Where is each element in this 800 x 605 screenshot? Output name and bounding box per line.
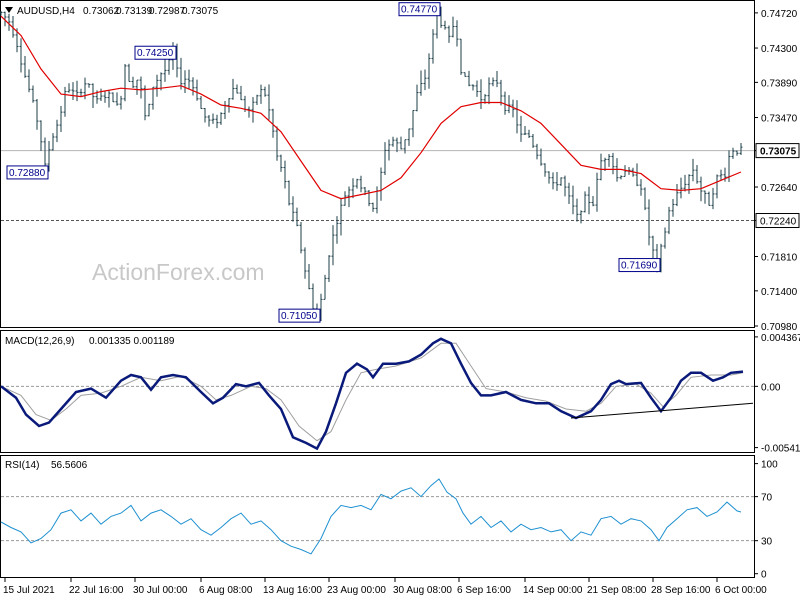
time-axis-label: 15 Jul 2021 [3, 585, 55, 596]
time-axis-label: 6 Sep 16:00 [457, 585, 511, 596]
price-annotation-label: 0.71690 [621, 261, 658, 272]
macd-axis-label: 0.00 [761, 382, 781, 393]
rsi-axis-label: 30 [761, 537, 773, 548]
time-axis-label: 28 Sep 16:00 [651, 585, 711, 596]
rsi-axis-label: 100 [761, 460, 778, 471]
chart-window: ActionForex.com AUDUSD,H4 0.73062 0.7313… [0, 0, 800, 600]
symbol-label: AUDUSD,H4 [17, 6, 75, 17]
price-axis-label: 0.71810 [761, 253, 798, 264]
price-axis-label: 0.72640 [761, 183, 798, 194]
time-axis-label: 14 Sep 00:00 [523, 585, 583, 596]
ohlc-low: 0.72987 [149, 6, 186, 17]
time-axis-label: 6 Aug 08:00 [199, 585, 253, 596]
time-axis-label: 23 Aug 00:00 [327, 585, 386, 596]
price-axis-label: 0.73890 [761, 78, 798, 89]
time-axis-label: 30 Aug 08:00 [393, 585, 452, 596]
macd-panel[interactable] [0, 330, 755, 453]
price-annotation-label: 0.72880 [9, 168, 46, 179]
rsi-panel[interactable] [0, 455, 755, 578]
price-annotation-label: 0.71050 [281, 311, 318, 322]
macd-values: 0.001335 0.001189 [89, 336, 175, 347]
rsi-axis-label: 0 [761, 570, 767, 581]
ohlc-open: 0.73062 [83, 6, 120, 17]
time-axis-label: 22 Jul 16:00 [69, 585, 124, 596]
rsi-axis-label: 70 [761, 493, 773, 504]
price-annotation-label: 0.74770 [401, 5, 438, 16]
price-axis-label: 0.73470 [761, 114, 798, 125]
chart-canvas: ActionForex.com AUDUSD,H4 0.73062 0.7313… [0, 0, 800, 596]
price-axis-label: 0.74300 [761, 44, 798, 55]
macd-axis-label: -0.005411 [761, 444, 800, 455]
rsi-label: RSI(14) [5, 460, 39, 471]
time-axis-label: 13 Aug 16:00 [263, 585, 322, 596]
rsi-value: 56.5606 [51, 460, 88, 471]
support-price-label: 0.72240 [760, 217, 797, 228]
macd-axis-label: 0.004367 [761, 333, 800, 344]
price-axis-label: 0.71400 [761, 287, 798, 298]
time-axis-label: 30 Jul 00:00 [133, 585, 188, 596]
watermark: ActionForex.com [92, 259, 265, 285]
price-annotation-label: 0.74250 [137, 48, 174, 59]
time-axis-label: 6 Oct 00:00 [715, 585, 767, 596]
price-axis-label: 0.70980 [761, 322, 798, 333]
time-axis-label: 21 Sep 08:00 [587, 585, 647, 596]
current-price-label: 0.73075 [760, 147, 797, 158]
ohlc-close: 0.73075 [182, 6, 219, 17]
price-axis-label: 0.74720 [761, 9, 798, 20]
ohlc-high: 0.73139 [116, 6, 153, 17]
macd-label: MACD(12,26,9) [5, 336, 74, 347]
